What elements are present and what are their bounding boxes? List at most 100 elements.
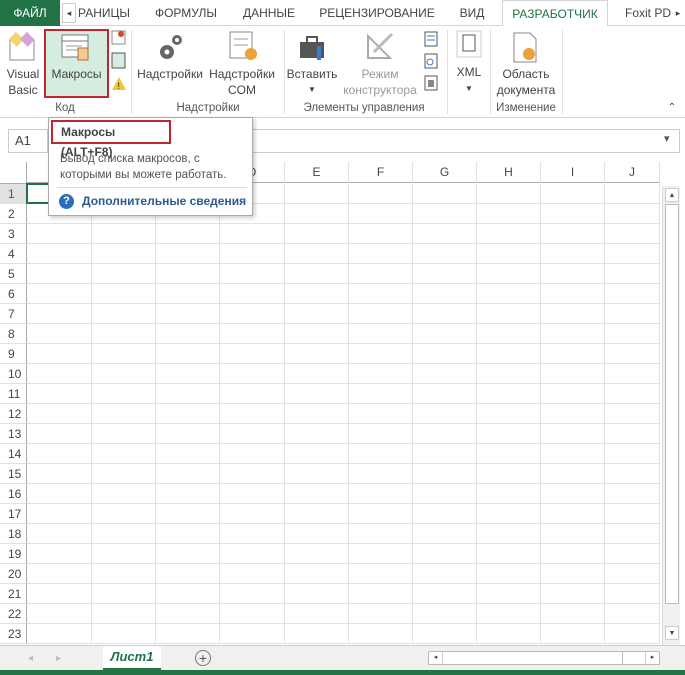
scroll-right-icon[interactable]: ▸ <box>645 652 659 664</box>
cell-A19[interactable] <box>27 544 92 564</box>
cell-J7[interactable] <box>605 304 660 324</box>
row-header-7[interactable]: 7 <box>0 304 27 324</box>
row-header-16[interactable]: 16 <box>0 484 27 504</box>
cell-D8[interactable] <box>220 324 285 344</box>
row-header-1[interactable]: 1 <box>0 184 27 204</box>
cell-I8[interactable] <box>541 324 605 344</box>
cell-C15[interactable] <box>156 464 220 484</box>
row-header-13[interactable]: 13 <box>0 424 27 444</box>
cell-F4[interactable] <box>349 244 413 264</box>
cell-G18[interactable] <box>413 524 477 544</box>
cell-I14[interactable] <box>541 444 605 464</box>
cell-I7[interactable] <box>541 304 605 324</box>
cell-J2[interactable] <box>605 204 660 224</box>
cell-A8[interactable] <box>27 324 92 344</box>
tab-view[interactable]: ВИД <box>452 0 492 26</box>
cell-H3[interactable] <box>477 224 541 244</box>
cell-F21[interactable] <box>349 584 413 604</box>
com-addins-button[interactable]: Надстройки COM <box>206 28 278 100</box>
cell-C9[interactable] <box>156 344 220 364</box>
row-header-23[interactable]: 23 <box>0 624 27 644</box>
cell-J13[interactable] <box>605 424 660 444</box>
cell-I16[interactable] <box>541 484 605 504</box>
cell-C5[interactable] <box>156 264 220 284</box>
cell-B18[interactable] <box>92 524 156 544</box>
cell-F2[interactable] <box>349 204 413 224</box>
cell-J23[interactable] <box>605 624 660 644</box>
cell-I4[interactable] <box>541 244 605 264</box>
cell-A21[interactable] <box>27 584 92 604</box>
cell-A10[interactable] <box>27 364 92 384</box>
cell-F19[interactable] <box>349 544 413 564</box>
cell-F20[interactable] <box>349 564 413 584</box>
row-header-20[interactable]: 20 <box>0 564 27 584</box>
column-header-I[interactable]: I <box>541 162 605 183</box>
column-header-F[interactable]: F <box>349 162 413 183</box>
cell-B4[interactable] <box>92 244 156 264</box>
cell-F14[interactable] <box>349 444 413 464</box>
cell-J10[interactable] <box>605 364 660 384</box>
cell-G11[interactable] <box>413 384 477 404</box>
column-header-J[interactable]: J <box>605 162 660 183</box>
design-mode-button[interactable]: Режим конструктора <box>340 28 420 100</box>
cell-A17[interactable] <box>27 504 92 524</box>
cell-D13[interactable] <box>220 424 285 444</box>
cell-H17[interactable] <box>477 504 541 524</box>
cell-B12[interactable] <box>92 404 156 424</box>
scroll-left-icon[interactable]: ◂ <box>429 652 443 664</box>
cell-G1[interactable] <box>413 184 477 204</box>
cell-F9[interactable] <box>349 344 413 364</box>
cell-G8[interactable] <box>413 324 477 344</box>
cell-F12[interactable] <box>349 404 413 424</box>
cell-A15[interactable] <box>27 464 92 484</box>
cell-H9[interactable] <box>477 344 541 364</box>
cell-I22[interactable] <box>541 604 605 624</box>
cell-E1[interactable] <box>285 184 349 204</box>
cell-B6[interactable] <box>92 284 156 304</box>
cell-D7[interactable] <box>220 304 285 324</box>
cell-G15[interactable] <box>413 464 477 484</box>
cell-A14[interactable] <box>27 444 92 464</box>
expand-formula-bar-icon[interactable]: ▾ <box>664 132 670 145</box>
cell-A11[interactable] <box>27 384 92 404</box>
cell-H15[interactable] <box>477 464 541 484</box>
cell-F13[interactable] <box>349 424 413 444</box>
cell-J1[interactable] <box>605 184 660 204</box>
cell-I15[interactable] <box>541 464 605 484</box>
cell-E11[interactable] <box>285 384 349 404</box>
cell-G4[interactable] <box>413 244 477 264</box>
cell-B11[interactable] <box>92 384 156 404</box>
cell-C17[interactable] <box>156 504 220 524</box>
cell-H6[interactable] <box>477 284 541 304</box>
cell-B17[interactable] <box>92 504 156 524</box>
cell-C8[interactable] <box>156 324 220 344</box>
cell-I9[interactable] <box>541 344 605 364</box>
cell-H1[interactable] <box>477 184 541 204</box>
cell-D4[interactable] <box>220 244 285 264</box>
tab-developer[interactable]: РАЗРАБОТЧИК <box>502 0 608 27</box>
cell-J11[interactable] <box>605 384 660 404</box>
row-header-9[interactable]: 9 <box>0 344 27 364</box>
cell-J18[interactable] <box>605 524 660 544</box>
column-header-E[interactable]: E <box>285 162 349 183</box>
cell-H19[interactable] <box>477 544 541 564</box>
cell-D21[interactable] <box>220 584 285 604</box>
cell-F16[interactable] <box>349 484 413 504</box>
cell-J16[interactable] <box>605 484 660 504</box>
cell-E16[interactable] <box>285 484 349 504</box>
next-sheet-icon[interactable]: ▸ <box>56 653 61 664</box>
cell-H4[interactable] <box>477 244 541 264</box>
cell-E20[interactable] <box>285 564 349 584</box>
cell-H12[interactable] <box>477 404 541 424</box>
cell-I21[interactable] <box>541 584 605 604</box>
cell-D22[interactable] <box>220 604 285 624</box>
cell-F18[interactable] <box>349 524 413 544</box>
row-header-22[interactable]: 22 <box>0 604 27 624</box>
cell-C20[interactable] <box>156 564 220 584</box>
cell-E23[interactable] <box>285 624 349 644</box>
cell-D23[interactable] <box>220 624 285 644</box>
cell-D20[interactable] <box>220 564 285 584</box>
cell-C22[interactable] <box>156 604 220 624</box>
cell-J8[interactable] <box>605 324 660 344</box>
cell-G23[interactable] <box>413 624 477 644</box>
